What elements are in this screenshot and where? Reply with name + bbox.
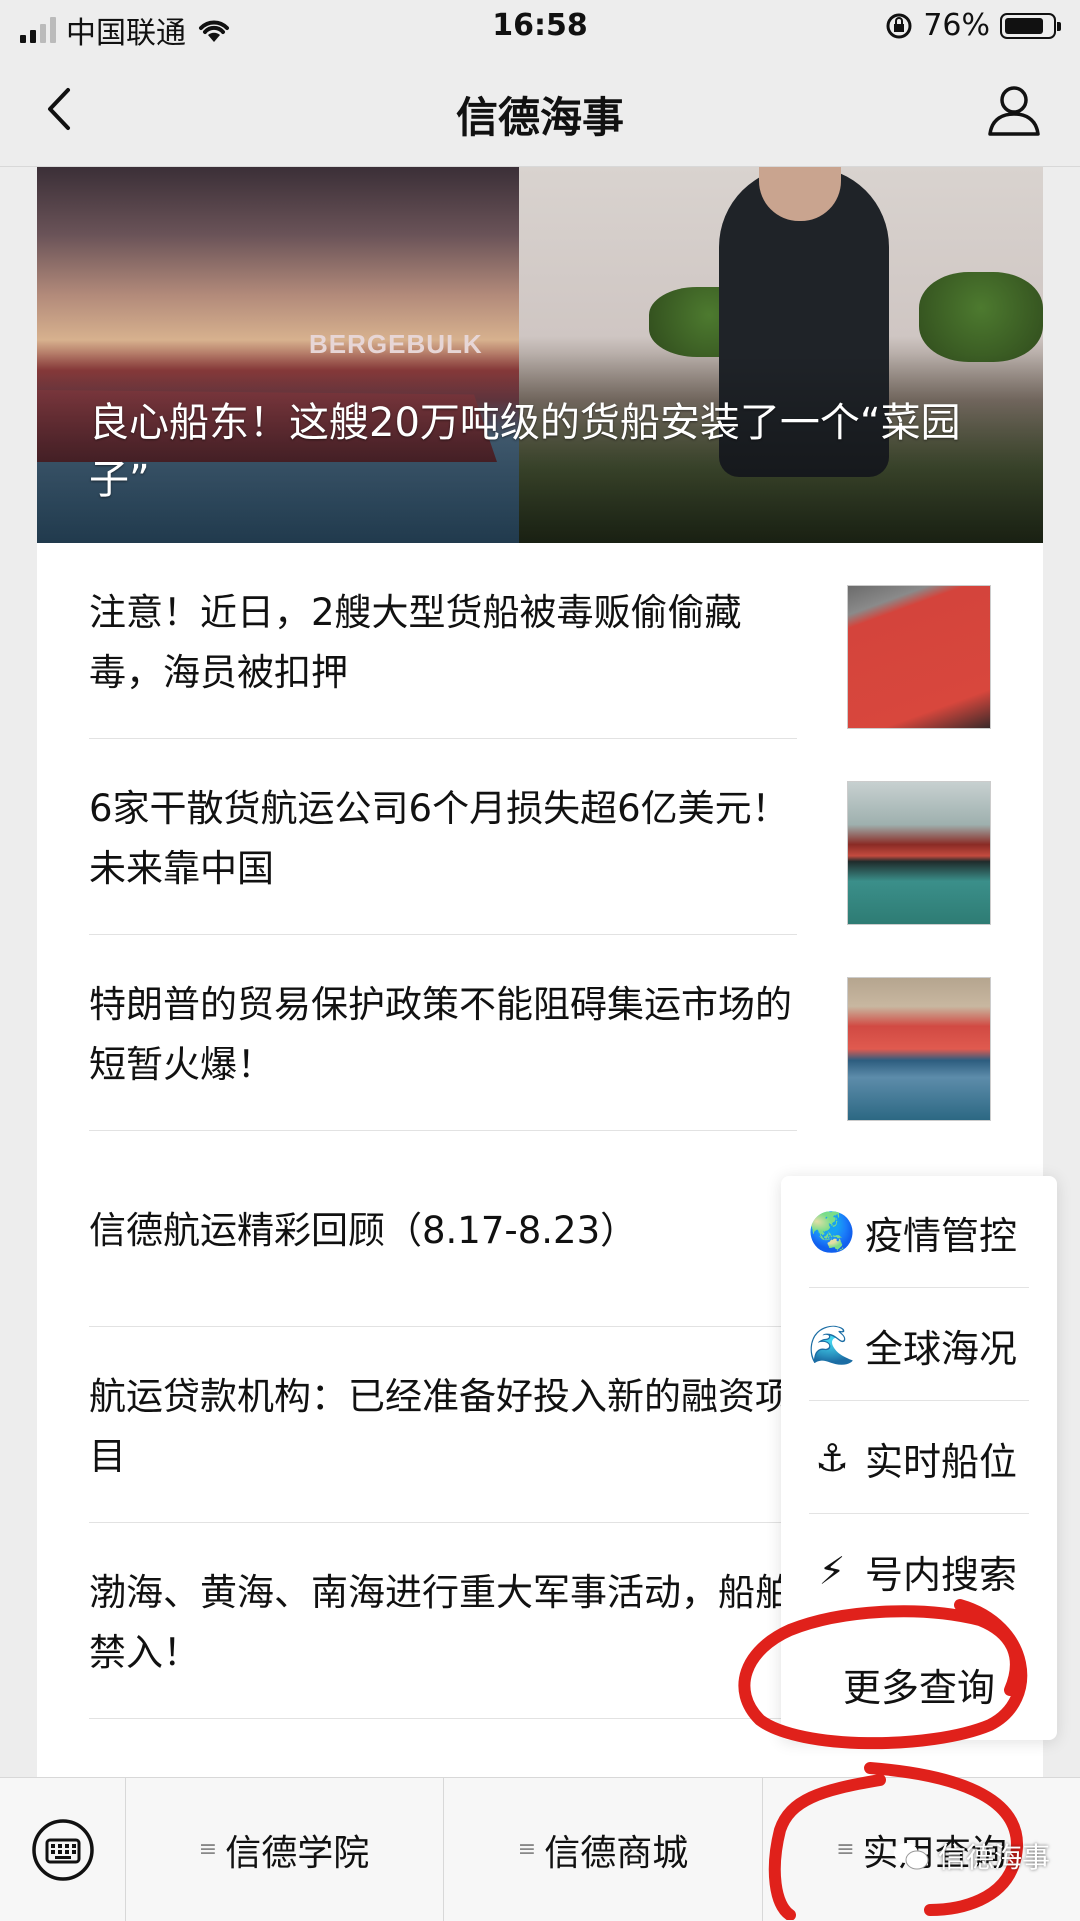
profile-icon[interactable] <box>984 80 1044 140</box>
plant-pot <box>919 272 1043 362</box>
submenu-label: 全球海况 <box>865 1326 1018 1371</box>
article-title: 航运贷款机构：已经准备好投入新的融资项目 <box>89 1375 792 1478</box>
menu-bars-icon: ≡ <box>836 1837 855 1862</box>
submenu-label: 号内搜索 <box>865 1552 1018 1597</box>
lightning-icon: ⚡ <box>818 1549 846 1593</box>
rotation-lock-icon <box>886 13 912 38</box>
battery-percent: 76% <box>923 8 990 43</box>
submenu-item-epidemic[interactable]: 🌏 疫情管控 <box>808 1176 1029 1288</box>
wave-icon: 🌊 <box>808 1322 856 1367</box>
submenu-item-ship-position[interactable]: ⚓ 实时船位 <box>809 1402 1029 1514</box>
page-title: 信德海事 <box>455 93 624 142</box>
article-thumbnail <box>847 781 991 925</box>
globe-icon: 🌏 <box>808 1209 856 1254</box>
list-item[interactable]: 6家干散货航运公司6个月损失超6亿美元！未来靠中国 <box>89 739 1009 935</box>
nav-bar: 信德海事 <box>0 54 1080 167</box>
article-title: 渤海、黄海、南海进行重大军事活动，船舶禁入！ <box>89 1571 792 1674</box>
submenu-item-search[interactable]: ⚡ 号内搜索 <box>809 1515 1029 1627</box>
menu-label: 信德学院 <box>225 1832 370 1874</box>
menu-academy[interactable]: ≡ 信德学院 <box>125 1778 444 1921</box>
status-right: 76% <box>885 8 1061 43</box>
submenu-label: 实时船位 <box>865 1439 1018 1484</box>
submenu-item-more[interactable]: 更多查询 <box>781 1628 1057 1740</box>
status-bar: 中国联通 16:58 76% <box>0 0 1080 54</box>
submenu-item-sea-state[interactable]: 🌊 全球海况 <box>808 1289 1029 1401</box>
keyboard-icon <box>31 1818 94 1881</box>
hero-title: 良心船东！这艘20万吨级的货船安装了一个“菜园子” <box>89 400 961 503</box>
article-thumbnail <box>847 977 991 1121</box>
keyboard-toggle[interactable] <box>0 1778 126 1921</box>
menu-bars-icon: ≡ <box>198 1837 218 1862</box>
list-item[interactable]: 特朗普的贸易保护政策不能阻碍集运市场的短暂火爆！ <box>89 935 1009 1131</box>
watermark: 信德海事 <box>892 1836 1050 1876</box>
submenu-label: 疫情管控 <box>865 1213 1018 1258</box>
anchor-icon: ⚓ <box>814 1436 850 1480</box>
back-icon[interactable] <box>38 84 78 134</box>
menu-label: 信德商城 <box>544 1832 689 1874</box>
article-title: 特朗普的贸易保护政策不能阻碍集运市场的短暂火爆！ <box>89 983 792 1086</box>
list-item[interactable]: 注意！近日，2艘大型货船被毒贩偷偷藏毒，海员被扣押 <box>89 543 1009 739</box>
battery-icon <box>1000 12 1061 39</box>
hero-article[interactable]: BERGEBULK 良心船东！这艘20万吨级的货船安装了一个“菜园子” <box>37 167 1043 543</box>
article-thumbnail <box>847 585 991 729</box>
divider <box>89 1718 797 1719</box>
article-title: 注意！近日，2艘大型货船被毒贩偷偷藏毒，海员被扣押 <box>89 591 742 694</box>
article-title: 信德航运精彩回顾（8.17-8.23） <box>89 1209 638 1252</box>
submenu-popup: 🌏 疫情管控 🌊 全球海况 ⚓ 实时船位 ⚡ 号内搜索 更多查询 <box>781 1176 1057 1740</box>
watermark-text: 信德海事 <box>937 1841 1050 1874</box>
menu-bars-icon: ≡ <box>517 1837 537 1862</box>
wechat-icon <box>893 1843 929 1870</box>
article-title: 6家干散货航运公司6个月损失超6亿美元！未来靠中国 <box>89 787 789 890</box>
menu-shop[interactable]: ≡ 信德商城 <box>444 1778 763 1921</box>
